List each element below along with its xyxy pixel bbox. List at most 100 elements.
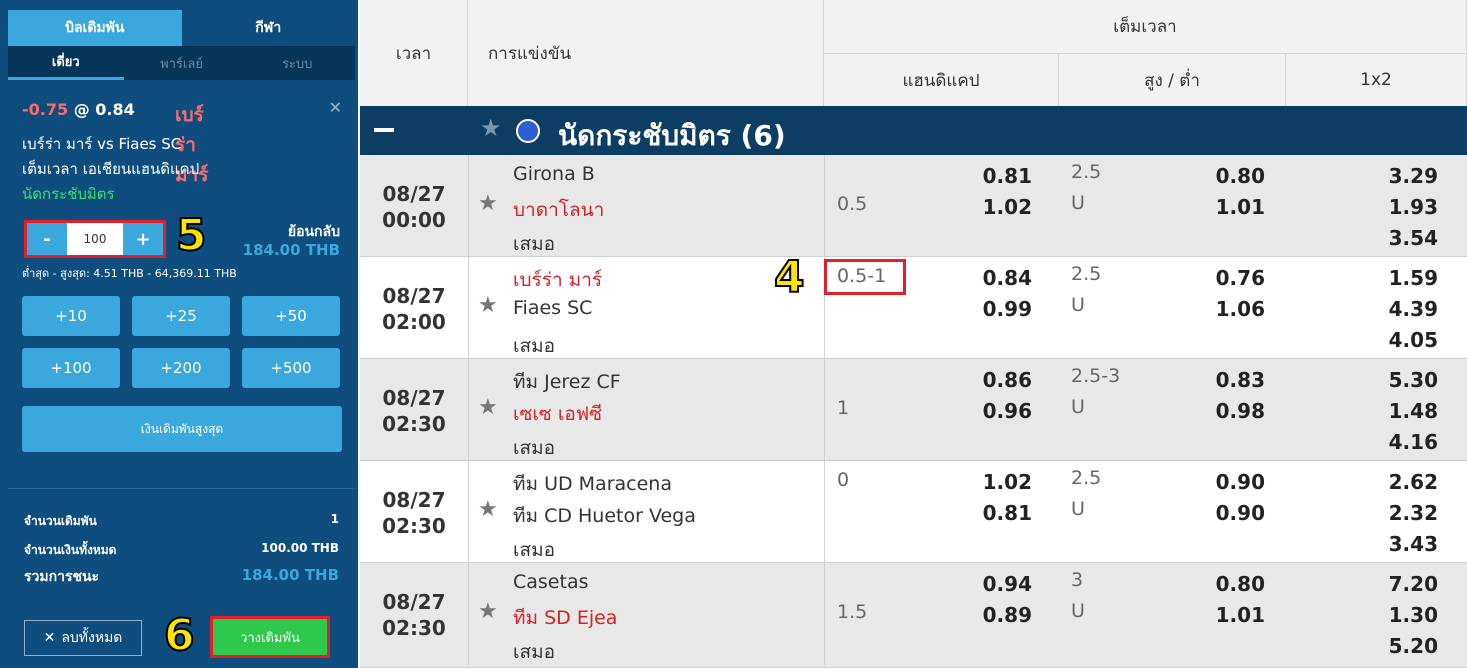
- ou-line: 3: [1071, 569, 1084, 591]
- away-team: Fiaes SC: [513, 297, 593, 319]
- selection-odds: 0.84: [95, 100, 135, 119]
- selection-market: เต็มเวลา เอเชียนแฮนดิแคป: [22, 160, 200, 178]
- odds-away-win[interactable]: 4.39: [1350, 297, 1438, 321]
- ou-line: 2.5-3: [1071, 365, 1121, 387]
- under-odds[interactable]: 1.01: [1205, 603, 1265, 627]
- clear-all-button[interactable]: ✕ ลบทั้งหมด: [24, 620, 142, 656]
- match-time: 08/27 02:30: [360, 487, 468, 539]
- draw-label: เสมอ: [513, 641, 556, 663]
- collapse-icon[interactable]: [374, 128, 394, 132]
- over-odds[interactable]: 0.83: [1205, 368, 1265, 392]
- under-odds[interactable]: 1.01: [1205, 195, 1265, 219]
- quick-add-25-button[interactable]: +25: [132, 296, 230, 336]
- col-header-fulltime: เต็มเวลา: [824, 0, 1467, 53]
- slip-sub-tabs: เดี่ยว พาร์เลย์ ระบบ: [8, 46, 355, 80]
- odds-home-win[interactable]: 2.62: [1350, 470, 1438, 494]
- handicap-odds-home[interactable]: 1.02: [970, 470, 1032, 494]
- over-odds[interactable]: 0.80: [1205, 164, 1265, 188]
- max-stake-button[interactable]: เงินเดิมพันสูงสุด: [22, 406, 342, 452]
- col-header-1x2: 1x2: [1286, 53, 1467, 106]
- stake-minus-button[interactable]: -: [27, 223, 67, 255]
- star-icon[interactable]: ★: [478, 293, 498, 318]
- odds-draw[interactable]: 3.54: [1350, 226, 1438, 250]
- home-team: ทีม Jerez CF: [513, 371, 621, 393]
- star-icon[interactable]: ★: [480, 114, 502, 142]
- row-divider: [824, 461, 825, 563]
- row-divider: [468, 257, 469, 359]
- quick-add-10-button[interactable]: +10: [22, 296, 120, 336]
- odds-home-win[interactable]: 3.29: [1350, 164, 1438, 188]
- odds-draw[interactable]: 5.20: [1350, 634, 1438, 658]
- step-5-marker: 5: [175, 210, 208, 261]
- handicap-odds-home[interactable]: 0.81: [970, 164, 1032, 188]
- quick-add-500-button[interactable]: +500: [242, 348, 340, 388]
- tab-single[interactable]: เดี่ยว: [8, 46, 124, 80]
- odds-home-win[interactable]: 7.20: [1350, 572, 1438, 596]
- close-icon[interactable]: ✕: [329, 98, 342, 117]
- row-divider: [468, 461, 469, 563]
- bet-count-value: 1: [330, 512, 339, 526]
- draw-label: เสมอ: [513, 539, 556, 561]
- match-time: 08/27 00:00: [360, 181, 468, 233]
- match-clock: 02:30: [382, 412, 446, 436]
- tab-system[interactable]: ระบบ: [239, 46, 355, 80]
- odds-away-win[interactable]: 2.32: [1350, 501, 1438, 525]
- star-icon[interactable]: ★: [478, 599, 498, 624]
- odds-draw[interactable]: 4.16: [1350, 430, 1438, 454]
- row-divider: [468, 563, 469, 665]
- tab-parlay[interactable]: พาร์เลย์: [124, 46, 240, 80]
- tab-sports[interactable]: กีฬา: [181, 10, 355, 46]
- handicap-odds-away[interactable]: 0.81: [970, 501, 1032, 525]
- slip-divider: [8, 488, 355, 489]
- match-row: 08/27 02:30 ★ ทีม Jerez CF เซเซ เอฟซี เสม…: [360, 359, 1467, 461]
- handicap-odds-away[interactable]: 0.89: [970, 603, 1032, 627]
- selection-title: เบร์ร่า มาร์ -0.75 @ 0.84: [22, 100, 208, 186]
- ou-line: 2.5: [1071, 263, 1102, 285]
- match-clock: 02:30: [382, 616, 446, 640]
- stake-stepper: - 100 +: [24, 220, 166, 258]
- odds-away-win[interactable]: 1.30: [1350, 603, 1438, 627]
- odds-draw[interactable]: 3.43: [1350, 532, 1438, 556]
- star-icon[interactable]: ★: [478, 191, 498, 216]
- ou-under-label: U: [1071, 294, 1085, 316]
- under-odds[interactable]: 0.98: [1205, 399, 1265, 423]
- league-name: นัดกระชับมิตร (6): [558, 119, 786, 152]
- quick-add-200-button[interactable]: +200: [132, 348, 230, 388]
- stake-plus-button[interactable]: +: [123, 223, 163, 255]
- handicap-odds-away[interactable]: 0.96: [970, 399, 1032, 423]
- quick-add-50-button[interactable]: +50: [242, 296, 340, 336]
- league-header[interactable]: ★ นัดกระชับมิตร (6): [360, 106, 1467, 155]
- over-odds[interactable]: 0.90: [1205, 470, 1265, 494]
- over-odds[interactable]: 0.76: [1205, 266, 1265, 290]
- ou-under-label: U: [1071, 396, 1085, 418]
- odds-draw[interactable]: 4.05: [1350, 328, 1438, 352]
- under-odds[interactable]: 0.90: [1205, 501, 1265, 525]
- quick-add-100-button[interactable]: +100: [22, 348, 120, 388]
- odds-home-win[interactable]: 5.30: [1350, 368, 1438, 392]
- tab-betslip[interactable]: บิลเดิมพัน: [8, 10, 182, 46]
- handicap-odds-home[interactable]: 0.84: [970, 266, 1032, 290]
- handicap-line: 0.5: [837, 193, 868, 215]
- row-divider: [468, 359, 469, 461]
- total-stake-label: จำนวนเงินทั้งหมด: [24, 543, 117, 557]
- handicap-odds-away[interactable]: 0.99: [970, 297, 1032, 321]
- over-odds[interactable]: 0.80: [1205, 572, 1265, 596]
- close-icon: ✕: [43, 630, 56, 646]
- star-icon[interactable]: ★: [478, 395, 498, 420]
- stake-input[interactable]: 100: [67, 223, 123, 255]
- match-date: 08/27: [382, 182, 446, 206]
- star-icon[interactable]: ★: [478, 497, 498, 522]
- home-team: Girona B: [513, 163, 595, 185]
- place-bet-button[interactable]: วางเดิมพัน: [210, 616, 330, 658]
- under-odds[interactable]: 1.06: [1205, 297, 1265, 321]
- handicap-odds-home[interactable]: 0.86: [970, 368, 1032, 392]
- odds-home-win[interactable]: 1.59: [1350, 266, 1438, 290]
- handicap-odds-home[interactable]: 0.94: [970, 572, 1032, 596]
- odds-away-win[interactable]: 1.93: [1350, 195, 1438, 219]
- match-clock: 02:30: [382, 514, 446, 538]
- bet-count-row: จำนวนเดิมพัน 1: [24, 512, 339, 531]
- handicap-odds-away[interactable]: 1.02: [970, 195, 1032, 219]
- draw-label: เสมอ: [513, 335, 556, 357]
- payout-value: 184.00 THB: [242, 241, 340, 259]
- odds-away-win[interactable]: 1.48: [1350, 399, 1438, 423]
